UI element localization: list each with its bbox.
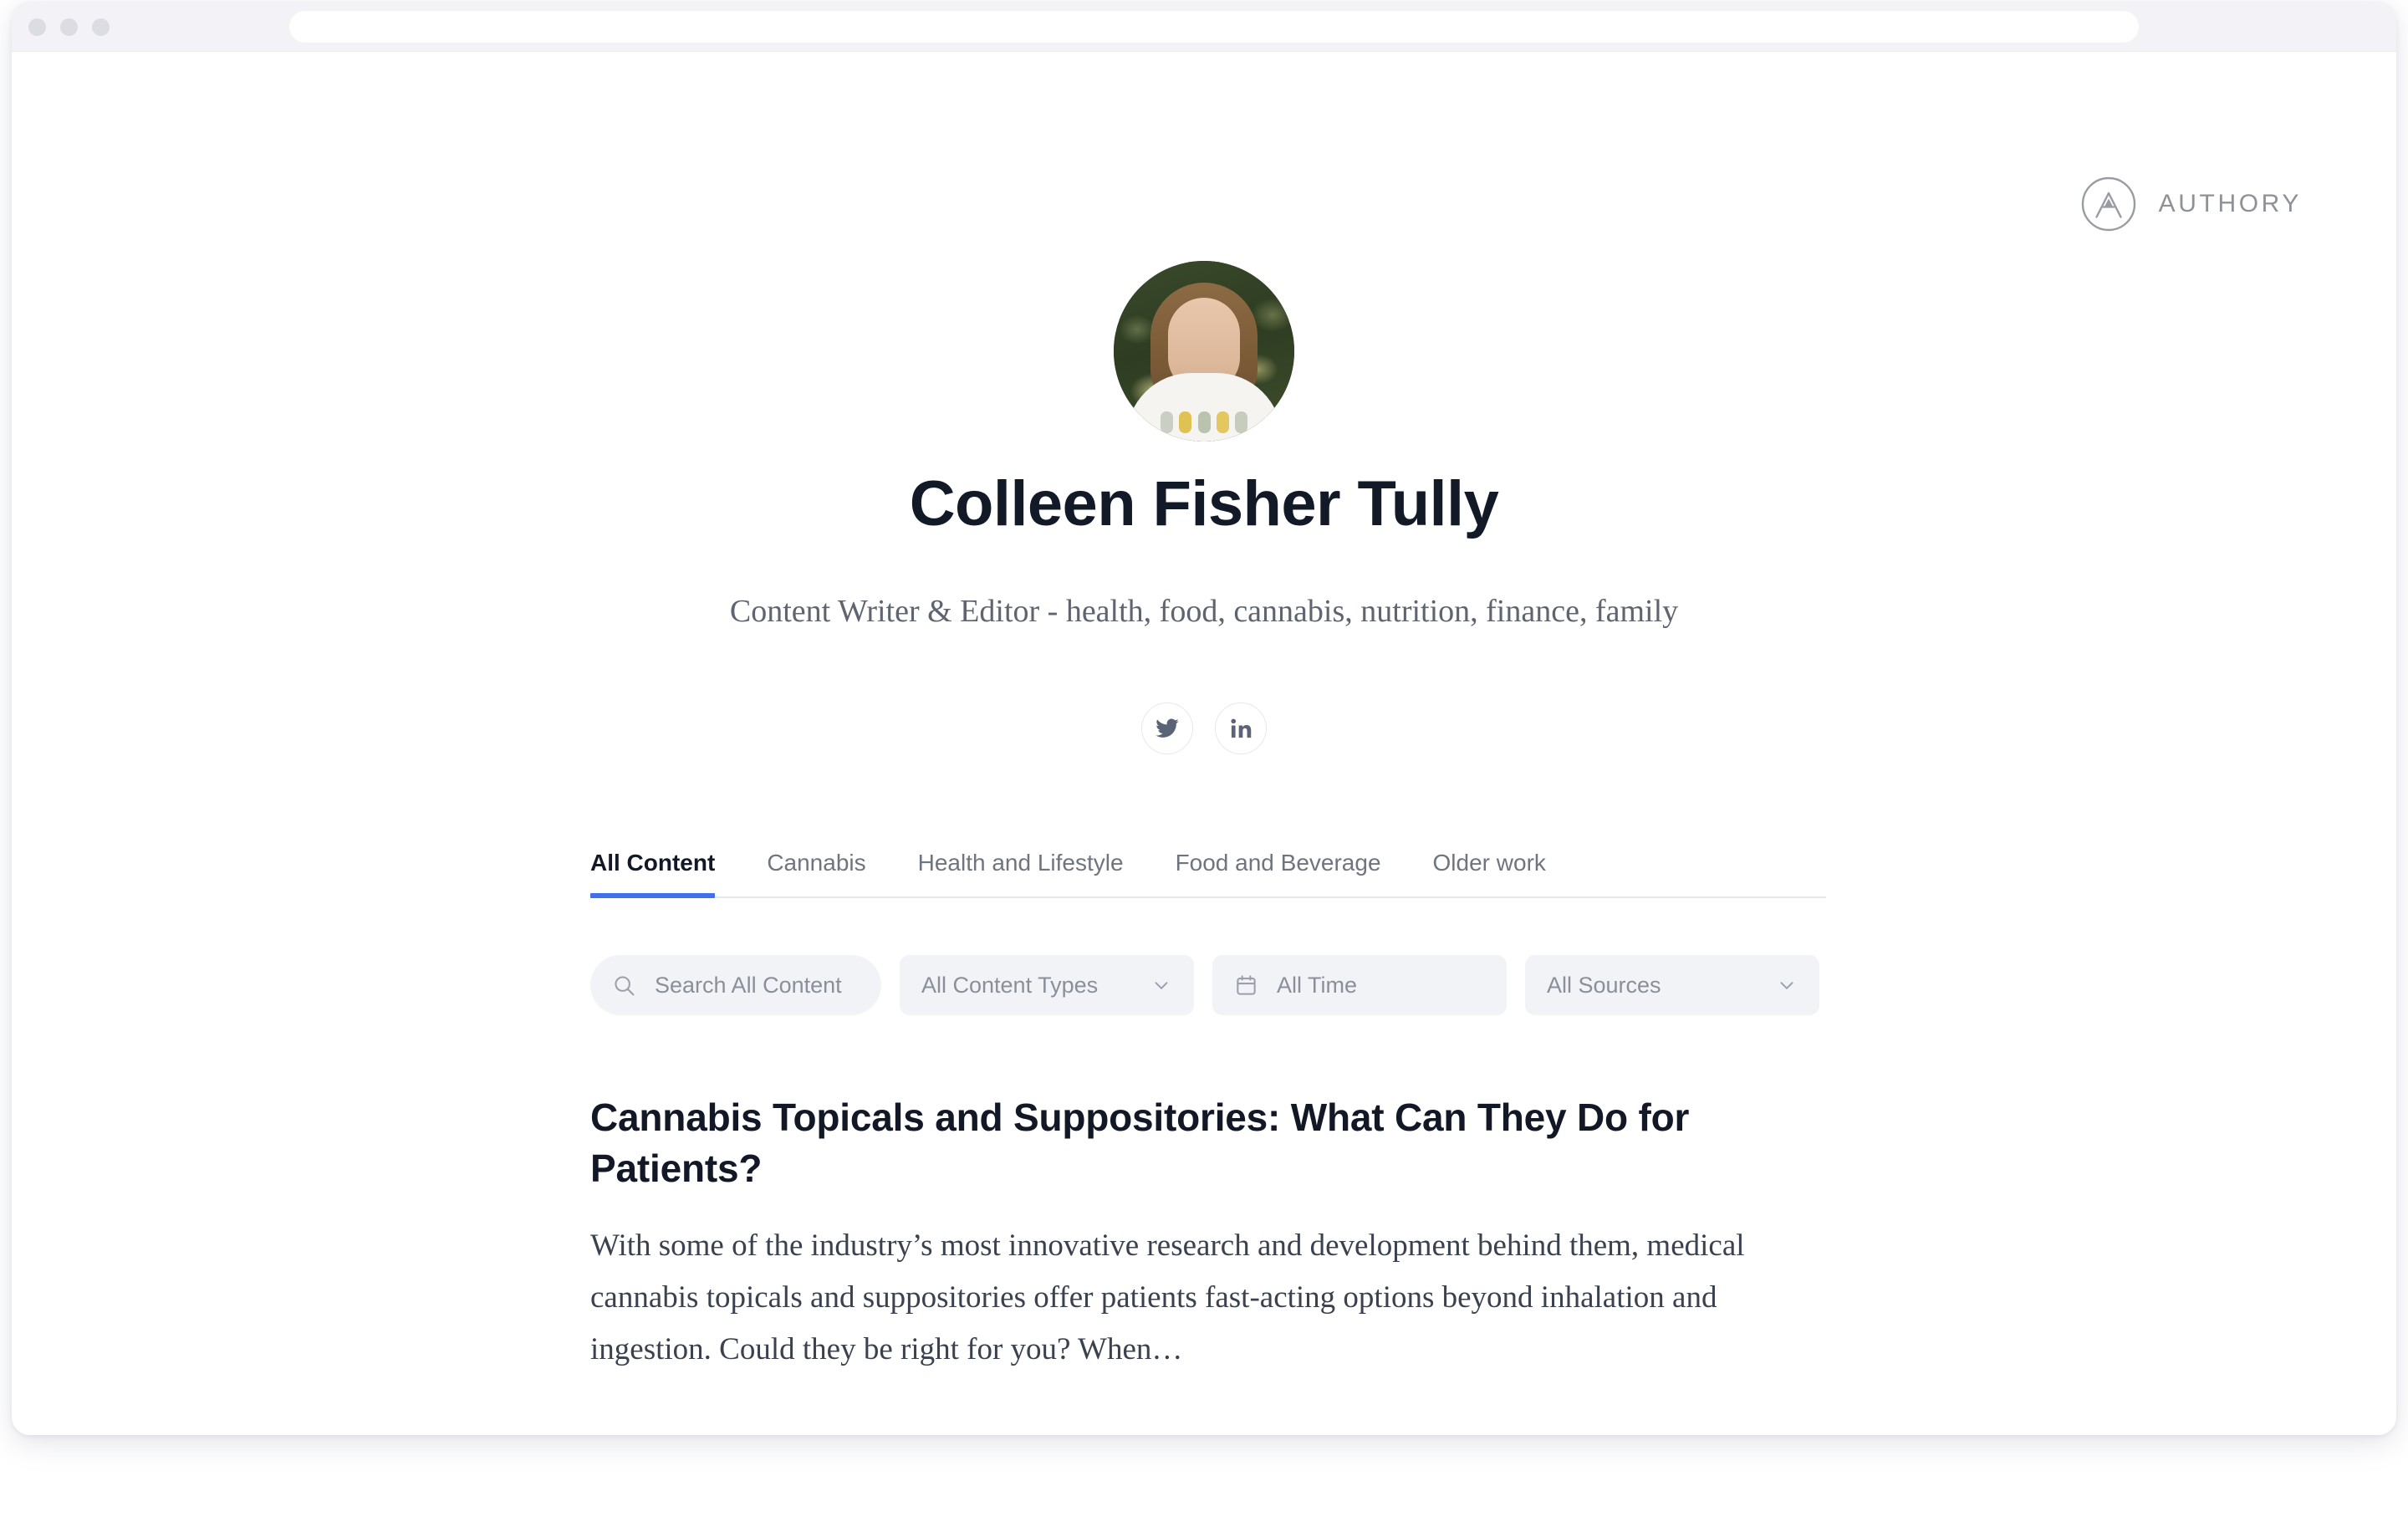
search-placeholder: Search All Content xyxy=(655,972,842,998)
tab-cannabis[interactable]: Cannabis xyxy=(767,850,865,896)
time-range-dropdown[interactable]: All Time xyxy=(1212,955,1507,1015)
content-type-dropdown[interactable]: All Content Types xyxy=(900,955,1194,1015)
maximize-window-button[interactable] xyxy=(92,18,110,36)
sources-value: All Sources xyxy=(1547,972,1661,998)
tab-older-work[interactable]: Older work xyxy=(1433,850,1546,896)
chevron-down-icon xyxy=(1776,974,1798,996)
sources-dropdown[interactable]: All Sources xyxy=(1525,955,1819,1015)
page-title: Colleen Fisher Tully xyxy=(909,468,1499,539)
chevron-down-icon xyxy=(1150,974,1172,996)
article-excerpt: With some of the industry’s most innovat… xyxy=(590,1228,1745,1366)
social-link-linkedin[interactable] xyxy=(1215,702,1267,754)
necklace-bead xyxy=(1179,411,1192,433)
avatar-image xyxy=(1114,261,1294,442)
calendar-icon xyxy=(1234,973,1258,998)
page-viewport: AUTHORY Colleen Fisher Tully Content Wri… xyxy=(12,52,2396,1435)
tab-label: Food and Beverage xyxy=(1175,850,1381,876)
avatar[interactable] xyxy=(1114,261,1294,442)
article-title[interactable]: Cannabis Topicals and Suppositories: Wha… xyxy=(590,1092,1826,1193)
necklace-bead xyxy=(1197,411,1211,433)
time-range-value: All Time xyxy=(1277,972,1358,998)
search-input[interactable]: Search All Content xyxy=(590,955,881,1015)
necklace-bead xyxy=(1235,411,1247,433)
twitter-icon xyxy=(1155,716,1180,741)
content-section: All Content Cannabis Health and Lifestyl… xyxy=(590,846,1826,1376)
tab-health-and-lifestyle[interactable]: Health and Lifestyle xyxy=(918,850,1124,896)
browser-window: AUTHORY Colleen Fisher Tully Content Wri… xyxy=(12,2,2396,1435)
social-links xyxy=(1141,702,1267,754)
tab-label: Older work xyxy=(1432,850,1546,876)
tab-all-content[interactable]: All Content xyxy=(590,850,716,898)
window-traffic-lights xyxy=(28,2,110,52)
tab-label: Cannabis xyxy=(767,850,866,876)
search-icon xyxy=(612,973,636,998)
article-list-item: Cannabis Topicals and Suppositories: Wha… xyxy=(590,1092,1826,1376)
address-bar[interactable] xyxy=(289,11,2139,43)
linkedin-icon xyxy=(1229,717,1252,740)
social-link-twitter[interactable] xyxy=(1141,702,1193,754)
content-tabs: All Content Cannabis Health and Lifestyl… xyxy=(590,846,1826,898)
tab-label: Health and Lifestyle xyxy=(917,850,1124,876)
close-window-button[interactable] xyxy=(28,18,46,36)
profile-tagline: Content Writer & Editor - health, food, … xyxy=(729,594,1679,629)
authory-brand[interactable]: AUTHORY xyxy=(2080,176,2302,232)
avatar-necklace xyxy=(1161,405,1247,433)
tab-label: All Content xyxy=(590,850,716,876)
necklace-bead xyxy=(1216,411,1229,433)
authory-logo-icon xyxy=(2080,176,2137,232)
minimize-window-button[interactable] xyxy=(60,18,78,36)
necklace-bead xyxy=(1161,411,1173,433)
browser-chrome-bar xyxy=(12,2,2396,52)
tab-food-and-beverage[interactable]: Food and Beverage xyxy=(1176,850,1381,896)
content-type-value: All Content Types xyxy=(921,972,1099,998)
authory-wordmark: AUTHORY xyxy=(2158,190,2302,217)
filter-bar: Search All Content All Content Types All… xyxy=(590,955,1826,1015)
